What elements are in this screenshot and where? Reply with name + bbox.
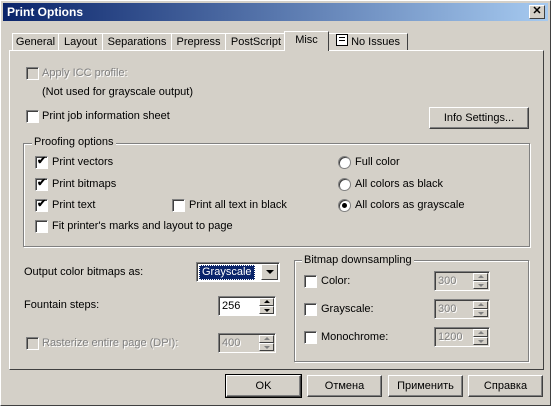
print-all-text-black-checkbox[interactable] xyxy=(172,199,185,212)
window-title: Print Options xyxy=(7,5,83,19)
print-vectors-checkbox[interactable]: ✔ xyxy=(35,155,48,169)
apply-icc-checkbox[interactable] xyxy=(26,67,39,80)
spin-up-icon[interactable] xyxy=(473,273,488,281)
tab-layout[interactable]: Layout xyxy=(58,33,103,50)
spin-down-icon[interactable] xyxy=(259,306,274,314)
downsample-monochrome-spinner[interactable]: 1200 xyxy=(434,327,490,347)
all-colors-grayscale-radio[interactable] xyxy=(338,199,351,212)
icc-note: (Not used for grayscale output) xyxy=(42,86,194,98)
apply-button[interactable]: Применить xyxy=(388,375,463,397)
rasterize-dpi-value: 400 xyxy=(222,337,241,349)
bitmap-downsampling-title: Bitmap downsampling xyxy=(302,254,414,266)
proofing-options-title: Proofing options xyxy=(32,136,116,148)
help-button[interactable]: Справка xyxy=(468,375,543,397)
output-color-bitmaps-value: Grayscale xyxy=(199,265,255,280)
all-colors-black-label: All colors as black xyxy=(355,178,444,190)
rasterize-dpi-spinner[interactable]: 400 xyxy=(218,333,276,353)
info-settings-button[interactable]: Info Settings... xyxy=(429,107,529,129)
fit-printers-marks-checkbox[interactable] xyxy=(35,220,48,233)
downsample-color-spinner[interactable]: 300 xyxy=(434,271,490,291)
spin-down-icon[interactable] xyxy=(473,309,488,317)
print-bitmaps-label: Print bitmaps xyxy=(52,178,117,190)
misc-panel: Apply ICC profile: (Not used for graysca… xyxy=(9,50,544,370)
print-vectors-label: Print vectors xyxy=(52,156,114,168)
downsample-grayscale-checkbox[interactable] xyxy=(304,303,317,316)
spin-up-icon[interactable] xyxy=(259,335,274,343)
spin-down-icon[interactable] xyxy=(473,281,488,289)
spin-up-icon[interactable] xyxy=(473,329,488,337)
tab-prepress[interactable]: Prepress xyxy=(171,33,226,50)
print-options-dialog: Print Options ✕ General Layout Separatio… xyxy=(0,0,551,406)
downsample-monochrome-label: Monochrome: xyxy=(321,331,389,343)
apply-icc-label: Apply ICC profile: xyxy=(42,67,128,79)
tab-general[interactable]: General xyxy=(12,33,59,50)
title-bar[interactable]: Print Options ✕ xyxy=(3,3,548,21)
ok-button[interactable]: OK xyxy=(225,374,302,398)
spin-down-icon[interactable] xyxy=(259,343,274,351)
print-bitmaps-checkbox[interactable]: ✔ xyxy=(35,177,48,191)
tab-no-issues[interactable]: No Issues xyxy=(328,33,408,50)
spin-down-icon[interactable] xyxy=(473,337,488,345)
downsample-color-label: Color: xyxy=(321,275,351,287)
print-text-checkbox[interactable]: ✔ xyxy=(35,198,48,212)
tab-postscript[interactable]: PostScript xyxy=(225,33,287,50)
chevron-down-icon[interactable] xyxy=(261,264,278,280)
checkmark-icon: ✔ xyxy=(37,177,47,189)
checkmark-icon: ✔ xyxy=(37,198,47,210)
downsample-color-value: 300 xyxy=(438,275,457,287)
rasterize-checkbox[interactable] xyxy=(26,337,39,350)
fountain-steps-spinner[interactable]: 256 xyxy=(218,296,276,316)
full-color-label: Full color xyxy=(355,156,400,168)
downsample-grayscale-label: Grayscale: xyxy=(321,303,374,315)
spin-up-icon[interactable] xyxy=(473,301,488,309)
output-color-bitmaps-dropdown[interactable]: Grayscale xyxy=(196,262,280,282)
print-job-info-checkbox[interactable] xyxy=(26,110,39,123)
print-text-label: Print text xyxy=(52,199,96,211)
downsample-grayscale-value: 300 xyxy=(438,303,457,315)
tab-misc[interactable]: Misc xyxy=(284,31,329,51)
output-color-bitmaps-label: Output color bitmaps as: xyxy=(24,266,144,278)
print-job-info-label: Print job information sheet xyxy=(42,110,170,122)
rasterize-label: Rasterize entire page (DPI): xyxy=(42,337,179,349)
spin-up-icon[interactable] xyxy=(259,298,274,306)
fit-printers-marks-label: Fit printer's marks and layout to page xyxy=(52,220,233,232)
downsample-color-checkbox[interactable] xyxy=(304,275,317,288)
all-colors-grayscale-label: All colors as grayscale xyxy=(355,199,465,211)
close-button[interactable]: ✕ xyxy=(529,5,545,19)
report-icon xyxy=(336,34,348,46)
tab-separations[interactable]: Separations xyxy=(102,33,172,50)
all-colors-black-radio[interactable] xyxy=(338,178,351,191)
downsample-monochrome-checkbox[interactable] xyxy=(304,331,317,344)
downsample-grayscale-spinner[interactable]: 300 xyxy=(434,299,490,319)
checkmark-icon: ✔ xyxy=(37,155,47,167)
fountain-steps-label: Fountain steps: xyxy=(24,299,100,311)
cancel-button[interactable]: Отмена xyxy=(307,375,382,397)
radio-dot xyxy=(342,203,347,208)
downsample-monochrome-value: 1200 xyxy=(438,331,463,343)
fountain-steps-value: 256 xyxy=(222,300,241,312)
print-all-text-black-label: Print all text in black xyxy=(189,199,287,211)
full-color-radio[interactable] xyxy=(338,156,351,169)
tab-no-issues-label: No Issues xyxy=(351,36,400,48)
